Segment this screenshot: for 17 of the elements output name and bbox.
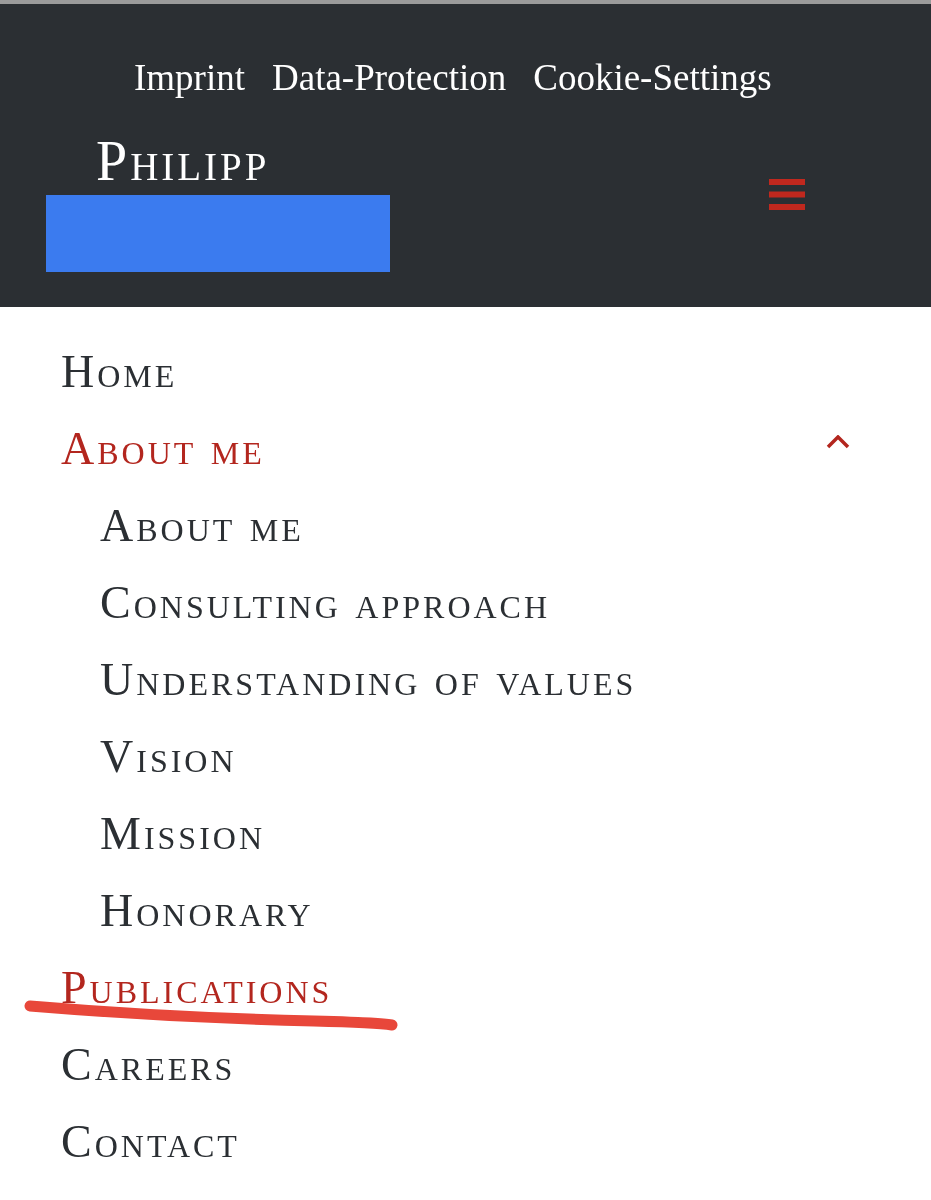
submenu-item[interactable]: Honorary bbox=[100, 887, 314, 934]
submenu-item[interactable]: Mission bbox=[100, 810, 266, 857]
submenu-item[interactable]: Consulting approach bbox=[100, 579, 551, 626]
header-link[interactable]: Cookie-Settings bbox=[533, 59, 772, 96]
chevron-up-icon[interactable] bbox=[826, 434, 850, 449]
site-logo-text: Philipp bbox=[96, 133, 270, 189]
submenu-item[interactable]: Vision bbox=[100, 733, 237, 780]
submenu-item[interactable]: Understanding of values bbox=[100, 656, 637, 703]
submenu-item[interactable]: About me bbox=[100, 502, 304, 549]
header-link[interactable]: Data-Protection bbox=[272, 59, 507, 96]
menu-item[interactable]: Contact bbox=[61, 1118, 240, 1165]
menu-item[interactable]: About me bbox=[61, 425, 265, 472]
header-link[interactable]: Imprint bbox=[134, 59, 245, 96]
menu-item[interactable]: Publications bbox=[61, 964, 333, 1011]
menu-item[interactable]: Home bbox=[61, 348, 178, 395]
menu-icon bbox=[769, 179, 805, 210]
menu-item[interactable]: Careers bbox=[61, 1041, 236, 1088]
